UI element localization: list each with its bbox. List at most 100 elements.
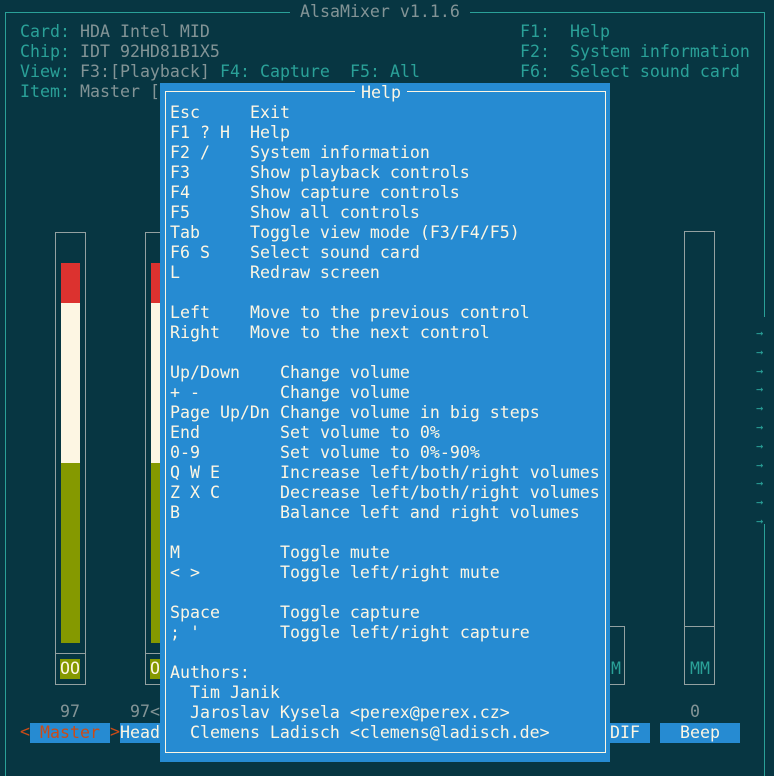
master-name: Master xyxy=(40,723,100,742)
help-desc: Toggle mute xyxy=(280,543,390,562)
help-desc: Toggle view mode (F3/F4/F5) xyxy=(250,223,520,242)
help-desc: Exit xyxy=(250,103,290,122)
help-desc: Change volume in big steps xyxy=(280,403,540,422)
key-f1-desc: Help xyxy=(570,22,610,41)
beep-value: 0 xyxy=(690,702,700,721)
head-name: Head xyxy=(120,723,160,742)
help-desc: Show all controls xyxy=(250,203,420,222)
help-desc: Toggle left/right mute xyxy=(280,563,500,582)
meter-green xyxy=(61,463,80,643)
master-value: 97 xyxy=(60,702,80,721)
help-key: F4 xyxy=(170,183,190,202)
key-f2: F2: xyxy=(520,42,550,61)
key-f6: F6: xyxy=(520,62,550,81)
beep-mute-box[interactable]: MM xyxy=(684,626,715,685)
master-label[interactable]: Master xyxy=(30,723,110,743)
help-key: F5 xyxy=(170,203,190,222)
help-key: B xyxy=(170,503,180,522)
help-desc: Show playback controls xyxy=(250,163,470,182)
chip-value: IDT 92HD81B1X5 xyxy=(80,42,220,61)
help-desc: Set volume to 0% xyxy=(280,423,440,442)
help-desc: Set volume to 0%-90% xyxy=(280,443,480,462)
view-all[interactable]: F5: All xyxy=(350,62,420,82)
help-key: Left xyxy=(170,303,210,322)
help-key: F1 ? H xyxy=(170,123,230,142)
meter-red xyxy=(61,263,80,303)
help-key: L xyxy=(170,263,180,282)
scroll-arrow-icon: → xyxy=(756,495,764,510)
help-key: F6 S xyxy=(170,243,210,262)
key-f6-desc: Select sound card xyxy=(570,62,740,81)
help-desc: System information xyxy=(250,143,430,162)
help-key: F3 xyxy=(170,163,190,182)
help-key: Page Up/Dn xyxy=(170,403,270,422)
scroll-arrow-icon: → xyxy=(756,363,764,378)
selected-right-bracket: > xyxy=(110,722,120,741)
scroll-arrow-icon: → xyxy=(756,382,764,397)
help-key: F2 / xyxy=(170,143,210,162)
help-key: Z X C xyxy=(170,483,220,502)
item-value: Master [ xyxy=(80,82,160,101)
master-mute-box[interactable]: OO xyxy=(55,653,86,685)
selected-left-bracket: < xyxy=(20,722,30,741)
author-3: Clemens Ladisch <clemens@ladisch.de> xyxy=(190,723,550,742)
frame-right-bottom xyxy=(764,524,765,776)
scroll-arrow-icon: → xyxy=(756,438,764,453)
help-key: M xyxy=(170,543,180,562)
frame-left xyxy=(5,12,6,776)
dif-name: DIF xyxy=(610,723,640,742)
dif-mute-state: M xyxy=(611,659,621,678)
view-playback[interactable]: F3:[Playback] xyxy=(80,62,210,82)
item-label: Item: xyxy=(20,82,70,101)
chip-label: Chip: xyxy=(20,42,70,61)
help-key: 0-9 xyxy=(170,443,200,462)
master-mute-state: OO xyxy=(60,659,80,679)
authors-label: Authors: xyxy=(170,663,250,682)
scroll-arrow-icon: → xyxy=(756,514,764,528)
author-1: Tim Janik xyxy=(190,683,280,702)
help-key: Right xyxy=(170,323,220,342)
help-desc: Show capture controls xyxy=(250,183,460,202)
frame-right-top xyxy=(764,12,765,317)
card-label: Card: xyxy=(20,22,70,41)
scroll-arrow-icon: → xyxy=(756,420,764,434)
head-mute-state: O xyxy=(150,659,160,679)
help-title: Help xyxy=(355,83,407,103)
beep-label[interactable]: Beep xyxy=(660,723,740,743)
help-desc: Decrease left/both/right volumes xyxy=(280,483,600,502)
window-title: AlsaMixer v1.1.6 xyxy=(300,2,460,21)
card-value: HDA Intel MID xyxy=(80,22,210,41)
help-desc: Help xyxy=(250,123,290,142)
help-key: End xyxy=(170,423,200,442)
help-desc: Select sound card xyxy=(250,243,420,262)
view-capture[interactable]: F4: Capture xyxy=(220,62,330,82)
frame-top-left xyxy=(5,12,290,13)
key-f2-desc: System information xyxy=(570,42,750,61)
help-key: Up/Down xyxy=(170,363,240,382)
help-desc: Balance left and right volumes xyxy=(280,503,580,522)
help-dialog: Help Esc Exit F1 ? H Help F2 / System informa… xyxy=(160,83,610,762)
help-key: ; ' xyxy=(170,623,200,642)
help-key: Tab xyxy=(170,223,200,242)
beep-mute-state: MM xyxy=(690,659,710,678)
help-desc: Move to the next control xyxy=(250,323,490,342)
view-label: View: xyxy=(20,62,70,81)
help-key: Space xyxy=(170,603,220,622)
help-key: Q W E xyxy=(170,463,220,482)
master-volume-bar[interactable] xyxy=(55,232,86,654)
scroll-arrow-icon: → xyxy=(756,401,764,416)
beep-name: Beep xyxy=(680,723,720,742)
help-key: < > xyxy=(170,563,200,582)
scroll-arrow-icon: → xyxy=(756,326,764,340)
help-desc: Toggle left/right capture xyxy=(280,623,530,642)
beep-volume-bar[interactable] xyxy=(684,231,715,627)
head-value: 97< xyxy=(130,702,160,721)
scroll-arrow-icon: → xyxy=(756,344,764,359)
help-desc: Redraw screen xyxy=(250,263,380,282)
help-desc: Increase left/both/right volumes xyxy=(280,463,600,482)
scroll-arrow-icon: → xyxy=(756,476,764,491)
author-2: Jaroslav Kysela <perex@perex.cz> xyxy=(190,703,510,722)
help-desc: Move to the previous control xyxy=(250,303,530,322)
frame-top-right xyxy=(470,12,764,13)
help-key: + - xyxy=(170,383,200,402)
